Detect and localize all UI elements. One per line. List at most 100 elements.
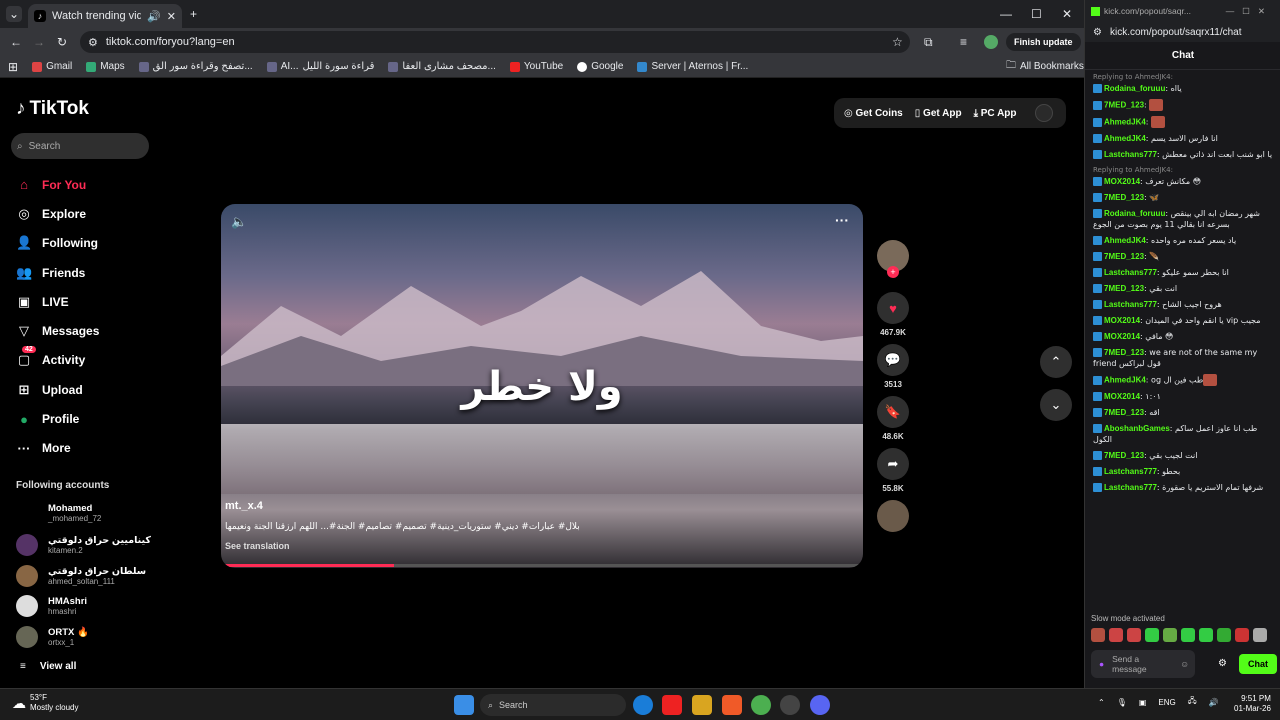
bookmark-star-icon[interactable]: ☆	[892, 35, 903, 49]
emote-icon[interactable]	[1253, 628, 1267, 642]
nav-for-you[interactable]: ⌂ For You	[16, 170, 99, 199]
chat-message-input[interactable]: ● Send a message ☺	[1091, 650, 1195, 678]
chat-username[interactable]: Lastchans777	[1104, 150, 1157, 159]
tiktok-logo[interactable]: ♪ TikTok	[16, 98, 89, 120]
nav-upload[interactable]: ⊞ Upload	[16, 375, 99, 404]
save-button[interactable]: 🔖 48.6K	[876, 396, 910, 441]
volume-icon[interactable]: 🔊	[1209, 698, 1219, 707]
chat-username[interactable]: Rodaina_foruuu	[1104, 84, 1165, 93]
bookmark-quran-1[interactable]: تصفح وقراءة سور الق...	[138, 61, 253, 72]
network-icon[interactable]: 🖧	[1188, 695, 1197, 709]
video-username[interactable]: mt._x.4	[225, 500, 263, 512]
tab-search-icon[interactable]: ⌄	[6, 6, 22, 22]
brave-icon[interactable]	[722, 695, 742, 715]
chat-username[interactable]: MOX2014	[1104, 177, 1140, 186]
chat-username[interactable]: MOX2014	[1104, 332, 1140, 341]
site-info-icon[interactable]: ⚙	[88, 36, 98, 49]
emoji-icon[interactable]: ☺	[1180, 659, 1189, 669]
next-video-button[interactable]: ⌄	[1040, 389, 1072, 421]
emote-icon[interactable]	[1181, 628, 1195, 642]
follow-plus-icon[interactable]: +	[887, 266, 899, 278]
tray-app-icon[interactable]: ▣	[1139, 698, 1147, 707]
creator-avatar[interactable]: +	[876, 240, 910, 278]
chat-username[interactable]: Lastchans777	[1104, 467, 1157, 476]
emote-icon[interactable]	[1217, 628, 1231, 642]
chat-username[interactable]: 7MED_123	[1104, 348, 1144, 357]
emote-icon[interactable]	[1199, 628, 1213, 642]
like-button[interactable]: ♥ 467.9K	[876, 292, 910, 337]
previous-video-button[interactable]: ⌃	[1040, 346, 1072, 378]
emote-icon[interactable]	[1109, 628, 1123, 642]
extensions-icon[interactable]: ⧉	[924, 35, 933, 50]
comment-button[interactable]: 💬 3513	[876, 344, 910, 389]
tab-close-icon[interactable]: ✕	[167, 10, 176, 23]
site-info-icon[interactable]: ⚙	[1093, 27, 1102, 38]
tab-tiktok[interactable]: ♪ Watch trending videos for y 🔊 ✕	[28, 4, 182, 28]
bookmark-gmail[interactable]: Gmail	[32, 61, 72, 72]
chat-username[interactable]: AhmedJK4	[1104, 236, 1146, 245]
nav-profile[interactable]: ● Profile	[16, 404, 99, 433]
account-item[interactable]: Mohamed _mohamed_72	[16, 502, 101, 524]
chat-username[interactable]: MOX2014	[1104, 316, 1140, 325]
chat-username[interactable]: Lastchans777	[1104, 300, 1157, 309]
music-disc[interactable]	[876, 500, 910, 532]
nav-activity[interactable]: ▢ 42 Activity	[16, 345, 99, 375]
nav-following[interactable]: 👤 Following	[16, 229, 99, 258]
chat-username[interactable]: AhmedJK4	[1104, 134, 1146, 143]
user-avatar[interactable]	[1034, 104, 1053, 122]
reload-icon[interactable]: ↻	[57, 35, 67, 49]
nav-friends[interactable]: 👥 Friends	[16, 258, 99, 287]
mute-icon[interactable]: 🔈	[231, 214, 247, 230]
window-controls-icon[interactable]: —☐✕	[1226, 6, 1273, 17]
minimize-icon[interactable]: —	[1000, 7, 1012, 21]
bookmark-google[interactable]: Google	[577, 61, 623, 72]
more-options-icon[interactable]: ···	[835, 212, 849, 228]
audio-icon[interactable]: 🔊	[147, 10, 161, 23]
share-button[interactable]: ➦ 55.8K	[876, 448, 910, 493]
tray-chevron-icon[interactable]: ⌃	[1098, 698, 1105, 707]
chat-username[interactable]: AboshanbGames	[1104, 424, 1170, 433]
window-close-icon[interactable]: ✕	[1062, 7, 1072, 21]
chat-username[interactable]: 7MED_123	[1104, 101, 1144, 110]
get-coins-button[interactable]: ◎ Get Coins	[844, 108, 903, 119]
bookmark-youtube[interactable]: YouTube	[509, 61, 563, 72]
nav-more[interactable]: ··· More	[16, 434, 99, 463]
see-translation-link[interactable]: See translation	[225, 541, 290, 551]
pc-app-button[interactable]: ⤓ PC App	[974, 108, 1017, 119]
start-icon[interactable]	[454, 695, 474, 715]
video-player[interactable]: 🔈 ··· ولا خطر mt._x.4 بلال# عبارات# ديني…	[221, 204, 863, 568]
bookmark-ai[interactable]: AI... قراءة سورة الليل	[266, 61, 374, 72]
settings-icon[interactable]: ⚙	[1218, 658, 1227, 669]
all-bookmarks[interactable]: 🗀 All Bookmarks	[1006, 58, 1084, 75]
bookmark-mushaf[interactable]: مصحف مشارى العفا...	[388, 61, 496, 72]
get-app-button[interactable]: ▯ Get App	[915, 108, 962, 119]
edge-icon[interactable]	[633, 695, 653, 715]
chat-username[interactable]: AhmedJK4	[1104, 376, 1146, 385]
chat-username[interactable]: AhmedJK4	[1104, 118, 1146, 127]
chat-username[interactable]: 7MED_123	[1104, 408, 1144, 417]
clock[interactable]: 9:51 PM 01-Mar-26	[1234, 694, 1271, 714]
search-input[interactable]: ⌕ Search	[11, 133, 149, 159]
chat-username[interactable]: Lastchans777	[1104, 268, 1157, 277]
nav-messages[interactable]: ▽ Messages	[16, 316, 99, 345]
nav-explore[interactable]: ◎ Explore	[16, 199, 99, 228]
emote-icon[interactable]	[1127, 628, 1141, 642]
chat-username[interactable]: Rodaina_foruuu	[1104, 209, 1165, 218]
chat-username[interactable]: 7MED_123	[1104, 451, 1144, 460]
app-r-icon[interactable]	[692, 695, 712, 715]
progress-bar[interactable]	[221, 564, 863, 567]
nav-live[interactable]: ▣ LIVE	[16, 287, 99, 316]
emote-icon[interactable]	[1235, 628, 1249, 642]
back-icon[interactable]: ←	[10, 35, 22, 49]
forward-icon[interactable]: →	[33, 35, 45, 49]
mic-icon[interactable]: ●	[1099, 659, 1104, 669]
weather-widget[interactable]: ☁ 53°F Mostly cloudy	[12, 693, 78, 713]
chat-username[interactable]: Lastchans777	[1104, 483, 1157, 492]
url-field[interactable]: ⚙ tiktok.com/foryou?lang=en	[80, 31, 910, 53]
taskbar-search[interactable]: ⌕ Search	[480, 694, 626, 716]
maximize-icon[interactable]: ☐	[1031, 7, 1042, 21]
apps-icon[interactable]: ⊞	[8, 60, 18, 74]
account-item[interactable]: ORTX 🔥 ortxx_1	[16, 626, 89, 648]
profile-avatar[interactable]	[984, 35, 998, 49]
chat-username[interactable]: 7MED_123	[1104, 193, 1144, 202]
